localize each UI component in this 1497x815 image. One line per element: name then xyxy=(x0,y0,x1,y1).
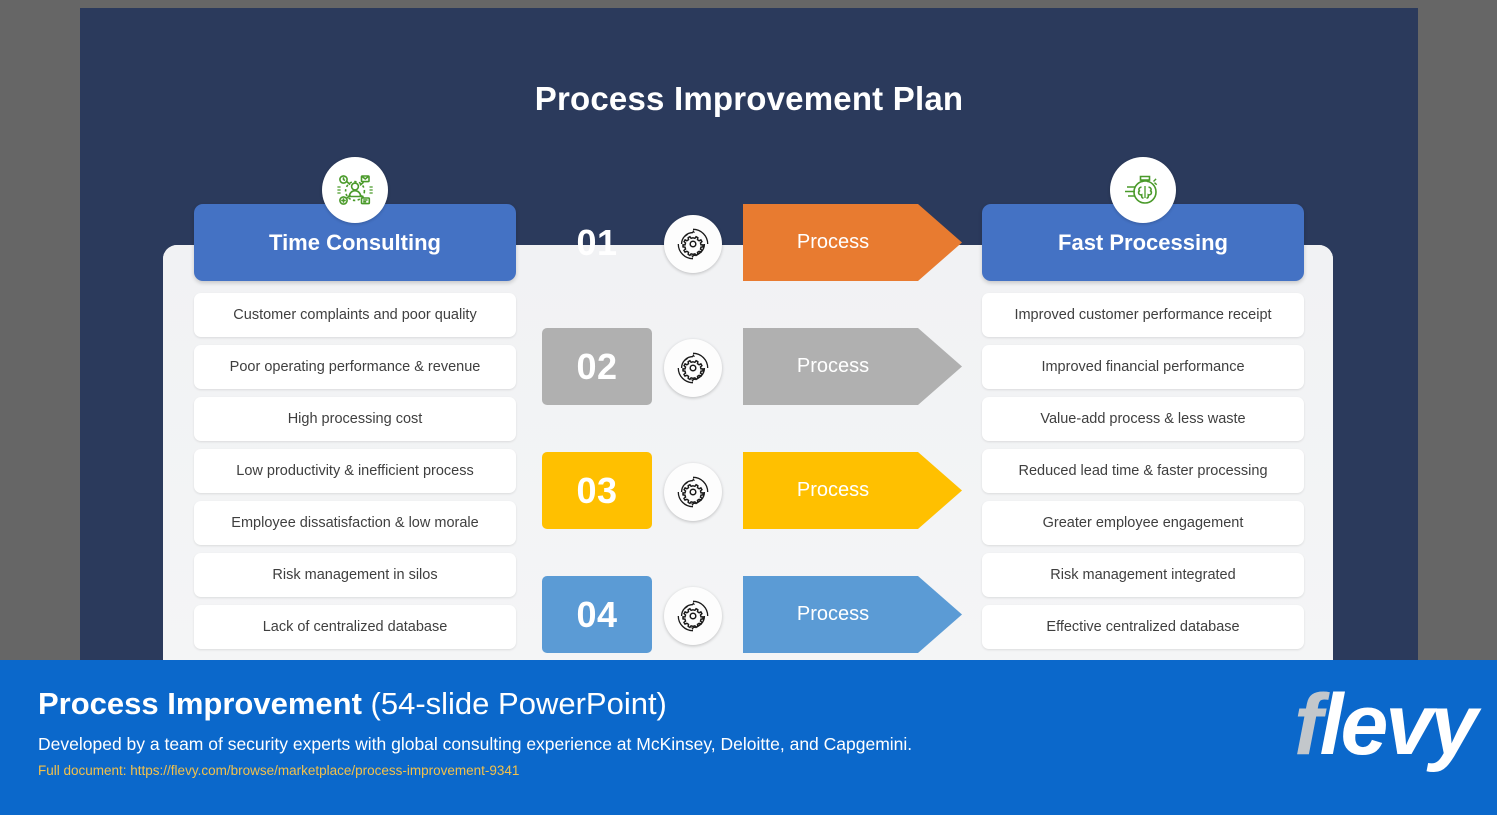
stopwatch-brain-icon xyxy=(1110,157,1176,223)
gear-cycle-icon xyxy=(664,463,722,521)
page-title: Process Improvement Plan xyxy=(534,80,964,117)
list-item[interactable]: Low productivity & inefficient process xyxy=(194,449,516,493)
list-item[interactable]: Greater employee engagement xyxy=(982,501,1304,545)
flevy-footer-banner: Process Improvement (54-slide PowerPoint… xyxy=(0,660,1497,815)
footer-title: Process Improvement (54-slide PowerPoint… xyxy=(38,686,667,722)
slide-canvas: Process Improvement Plan Time Consulting… xyxy=(80,8,1418,660)
footer-title-bold: Process Improvement xyxy=(38,686,362,721)
column-left-list: Customer complaints and poor quality Poo… xyxy=(194,293,516,649)
list-item[interactable]: Risk management in silos xyxy=(194,553,516,597)
footer-url[interactable]: Full document: https://flevy.com/browse/… xyxy=(38,763,519,778)
list-item[interactable]: High processing cost xyxy=(194,397,516,441)
list-item[interactable]: Lack of centralized database xyxy=(194,605,516,649)
list-item[interactable]: Value-add process & less waste xyxy=(982,397,1304,441)
gear-cycle-icon xyxy=(664,215,722,273)
column-left-title: Time Consulting xyxy=(269,229,441,255)
flevy-logo[interactable]: flevy xyxy=(1294,682,1478,768)
process-number-box[interactable]: 03 xyxy=(542,452,652,529)
column-right-header[interactable]: Fast Processing xyxy=(982,157,1304,281)
process-number: 03 xyxy=(576,469,618,511)
process-row: 04 Process xyxy=(542,576,962,653)
list-item[interactable]: Employee dissatisfaction & low morale xyxy=(194,501,516,545)
list-item[interactable]: Effective centralized database xyxy=(982,605,1304,649)
process-row: 02 Process xyxy=(542,328,962,405)
process-arrow-shape[interactable]: Process xyxy=(743,576,962,653)
gear-cycle-icon xyxy=(664,587,722,645)
process-row: 03 Process xyxy=(542,452,962,529)
process-number: 04 xyxy=(576,593,618,635)
process-row: 01 Process xyxy=(542,204,962,281)
list-item[interactable]: Customer complaints and poor quality xyxy=(194,293,516,337)
process-number-box[interactable]: 02 xyxy=(542,328,652,405)
list-item[interactable]: Poor operating performance & revenue xyxy=(194,345,516,389)
column-left-header[interactable]: Time Consulting xyxy=(194,157,516,281)
process-number-box[interactable]: 01 xyxy=(542,204,652,281)
column-left: Time Consulting Customer complaints and … xyxy=(194,157,516,657)
flevy-logo-f: f xyxy=(1293,677,1323,773)
process-arrow-shape[interactable]: Process xyxy=(743,204,962,281)
process-number: 02 xyxy=(576,345,618,387)
flevy-logo-levy: levy xyxy=(1319,677,1478,773)
list-item[interactable]: Improved financial performance xyxy=(982,345,1304,389)
column-right-list: Improved customer performance receipt Im… xyxy=(982,293,1304,649)
list-item[interactable]: Risk management integrated xyxy=(982,553,1304,597)
gear-cycle-icon xyxy=(664,339,722,397)
footer-title-rest: (54-slide PowerPoint) xyxy=(361,686,667,721)
list-item[interactable]: Reduced lead time & faster processing xyxy=(982,449,1304,493)
list-item[interactable]: Improved customer performance receipt xyxy=(982,293,1304,337)
process-arrow-shape[interactable]: Process xyxy=(743,328,962,405)
process-number-box[interactable]: 04 xyxy=(542,576,652,653)
column-right-title: Fast Processing xyxy=(1058,229,1228,255)
process-steps: 01 Process 02 Process 03 Process 04 Proc… xyxy=(542,204,962,660)
network-person-icon xyxy=(322,157,388,223)
process-number: 01 xyxy=(576,221,618,263)
footer-subtitle: Developed by a team of security experts … xyxy=(38,734,913,754)
column-right: Fast Processing Improved customer perfor… xyxy=(982,157,1304,657)
process-arrow-shape[interactable]: Process xyxy=(743,452,962,529)
